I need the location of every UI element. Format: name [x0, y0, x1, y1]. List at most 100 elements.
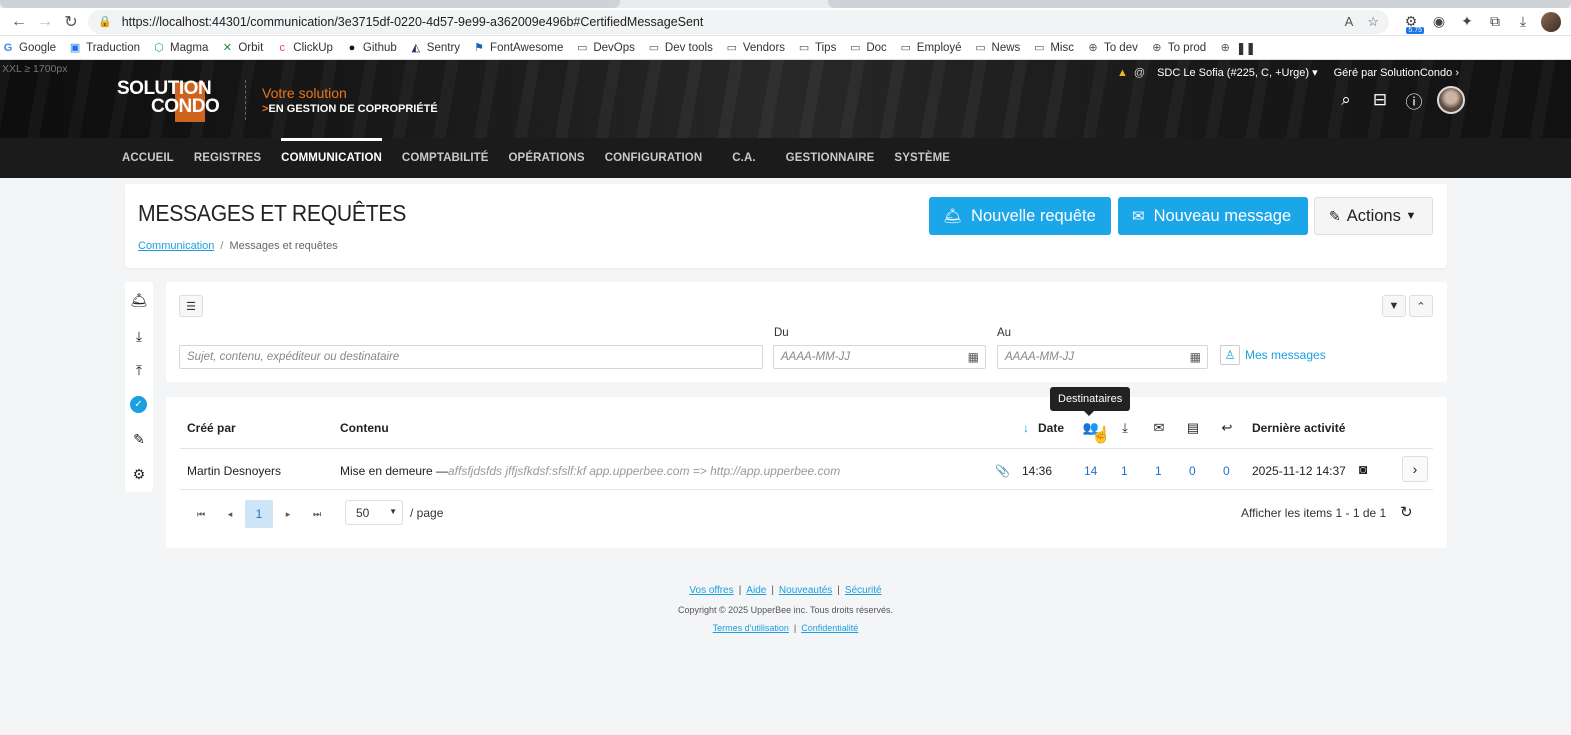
bookmark-folder-news[interactable]: ▭ News: [975, 41, 1020, 55]
back-icon[interactable]: ←: [6, 9, 32, 35]
bookmark-folder-vendors[interactable]: ▭ Vendors: [726, 41, 785, 55]
extension-icon[interactable]: ◉: [1425, 10, 1453, 34]
downloads-icon[interactable]: ⤓: [1509, 10, 1537, 34]
settings-gear-icon[interactable]: ⚙: [129, 464, 149, 484]
sent-upload-icon[interactable]: ⤒: [129, 360, 149, 380]
bookmark-folder-employe[interactable]: ▭ Employé: [900, 41, 962, 55]
bookmark-fontawesome[interactable]: ⚑ FontAwesome: [473, 41, 563, 55]
next-page-icon[interactable]: ▸: [274, 500, 302, 528]
new-request-button[interactable]: 🛎 Nouvelle requête: [929, 197, 1111, 235]
footer-link-securite[interactable]: Sécurité: [845, 585, 882, 596]
footer-link-privacy[interactable]: Confidentialité: [801, 623, 858, 633]
column-last-activity[interactable]: Dernière activité: [1252, 421, 1345, 435]
prev-page-icon[interactable]: ◂: [216, 500, 244, 528]
toolbox-icon[interactable]: ⊟: [1363, 90, 1397, 110]
row-downloaded-count[interactable]: 1: [1121, 464, 1128, 478]
copilot-icon[interactable]: ✦: [1453, 10, 1481, 34]
to-date-input[interactable]: AAAA-MM-JJ ▦: [997, 345, 1208, 369]
url-text[interactable]: https://localhost:44301/communication/3e…: [122, 15, 1331, 29]
inbox-download-icon[interactable]: ⤓: [129, 326, 149, 346]
downloaded-icon[interactable]: ⤓: [1115, 420, 1135, 436]
footer-link-aide[interactable]: Aide: [746, 585, 766, 596]
column-created-by[interactable]: Créé par: [187, 421, 236, 435]
row-opened-count[interactable]: 1: [1155, 464, 1162, 478]
row-open-chevron-right-icon[interactable]: ›: [1402, 456, 1428, 482]
user-avatar[interactable]: [1437, 86, 1465, 114]
footer-link-offres[interactable]: Vos offres: [689, 585, 733, 596]
syndicate-selector[interactable]: SDC Le Sofia (#225, C, +Urge) ▾: [1157, 66, 1318, 79]
bookmark-magma[interactable]: ⬡ Magma: [153, 41, 208, 55]
filter-options-sliders-icon[interactable]: ☰: [179, 295, 203, 317]
managed-by-link[interactable]: Géré par SolutionCondo ›: [1334, 67, 1459, 79]
nav-comptabilite[interactable]: COMPTABILITÉ: [402, 138, 489, 178]
forward-icon[interactable]: →: [32, 9, 58, 35]
folder-icon: ▭: [577, 42, 588, 54]
calendar-icon[interactable]: ▦: [968, 350, 979, 364]
reload-icon[interactable]: ↻: [58, 9, 84, 35]
extensions-puzzle-icon[interactable]: ⧉: [1481, 10, 1509, 34]
file-opened-icon[interactable]: ▤: [1183, 420, 1203, 436]
bookmark-to-prod[interactable]: ⊕ To prod: [1151, 41, 1206, 55]
column-date[interactable]: ↓ Date: [1023, 421, 1064, 435]
bookmark-github[interactable]: ● Github: [346, 42, 397, 54]
actions-dropdown-button[interactable]: ✎ Actions ▼: [1314, 197, 1433, 235]
bookmark-clickup[interactable]: c ClickUp: [276, 42, 333, 54]
row-recipients-count[interactable]: 14: [1084, 464, 1097, 478]
nav-configuration[interactable]: CONFIGURATION: [605, 138, 703, 178]
help-icon[interactable]: ⓘ: [1397, 88, 1431, 113]
refresh-icon[interactable]: ↻: [1400, 503, 1413, 521]
bookmark-to-dev[interactable]: ⊕ To dev: [1087, 41, 1138, 55]
bookmark-extra[interactable]: ⊕ ❚❚: [1219, 41, 1256, 55]
bookmark-folder-doc[interactable]: ▭ Doc: [849, 41, 887, 55]
bookmark-folder-devtools[interactable]: ▭ Dev tools: [648, 41, 713, 55]
search-icon[interactable]: ⌕: [1329, 90, 1363, 110]
bookmark-google[interactable]: G Google: [2, 42, 56, 54]
last-page-icon[interactable]: ⏭: [303, 500, 331, 528]
bookmark-label: Google: [19, 41, 57, 54]
browser-profile-avatar[interactable]: [1537, 10, 1565, 34]
nav-accueil[interactable]: ACCUEIL: [122, 138, 174, 178]
row-replies-count[interactable]: 0: [1223, 464, 1230, 478]
new-message-button[interactable]: ✉ Nouveau message: [1118, 197, 1308, 235]
footer-link-terms[interactable]: Termes d'utilisation: [713, 623, 789, 633]
nav-communication[interactable]: COMMUNICATION: [281, 138, 382, 178]
breadcrumb-communication-link[interactable]: Communication: [138, 240, 214, 252]
bookmark-folder-tips[interactable]: ▭ Tips: [798, 41, 837, 55]
bookmark-orbit[interactable]: ✕ Orbit: [221, 41, 264, 55]
nav-operations[interactable]: OPÉRATIONS: [509, 138, 585, 178]
footer-link-nouveautes[interactable]: Nouveautés: [779, 585, 832, 596]
row-files-opened-count[interactable]: 0: [1189, 464, 1196, 478]
bookmark-label: Orbit: [238, 41, 264, 54]
reply-icon[interactable]: ↩: [1217, 420, 1237, 436]
clear-filter-icon[interactable]: ▼: [1382, 295, 1406, 317]
solutioncondo-logo[interactable]: SOLUTION CONDO Votre solution >EN GESTIO…: [117, 78, 438, 122]
bookmark-sentry[interactable]: ◭ Sentry: [410, 41, 460, 55]
search-input[interactable]: Sujet, contenu, expéditeur ou destinatai…: [179, 345, 763, 369]
nav-gestionnaire[interactable]: GESTIONNAIRE: [786, 138, 875, 178]
bookmark-traduction[interactable]: ▣ Traduction: [69, 41, 140, 55]
page-size-select[interactable]: 50 ▼: [345, 500, 403, 525]
calendar-icon[interactable]: ▦: [1190, 350, 1201, 364]
column-content[interactable]: Contenu: [340, 421, 389, 435]
nav-ca[interactable]: C.A.: [732, 138, 755, 178]
from-date-input[interactable]: AAAA-MM-JJ ▦: [773, 345, 986, 369]
bookmark-folder-misc[interactable]: ▭ Misc: [1033, 41, 1074, 55]
browser-tab[interactable]: [828, 0, 1571, 8]
url-field[interactable]: 🔒 https://localhost:44301/communication/…: [88, 9, 1389, 34]
my-messages-toggle[interactable]: ♙ Mes messages: [1220, 345, 1326, 365]
current-page-button[interactable]: 1: [245, 500, 273, 528]
opened-envelope-icon[interactable]: ✉: [1149, 420, 1169, 436]
nav-systeme[interactable]: SYSTÈME: [894, 138, 950, 178]
nav-registres[interactable]: REGISTRES: [194, 138, 261, 178]
drafts-edit-icon[interactable]: ✎: [129, 429, 149, 449]
bookmark-folder-devops[interactable]: ▭ DevOps: [576, 41, 635, 55]
collapse-chevron-up-icon[interactable]: ⌃: [1409, 295, 1433, 317]
pause-icon: ❚❚: [1236, 42, 1256, 55]
requests-bell-icon[interactable]: 🛎: [129, 290, 149, 310]
browser-tab[interactable]: [0, 0, 620, 8]
extension-icon[interactable]: ⚙ 5.75: [1397, 10, 1425, 34]
first-page-icon[interactable]: ⏮: [187, 500, 215, 528]
favorite-star-icon[interactable]: ☆: [1367, 14, 1379, 30]
certified-check-icon[interactable]: ✓: [130, 396, 147, 413]
read-aloud-icon[interactable]: A: [1345, 14, 1354, 29]
